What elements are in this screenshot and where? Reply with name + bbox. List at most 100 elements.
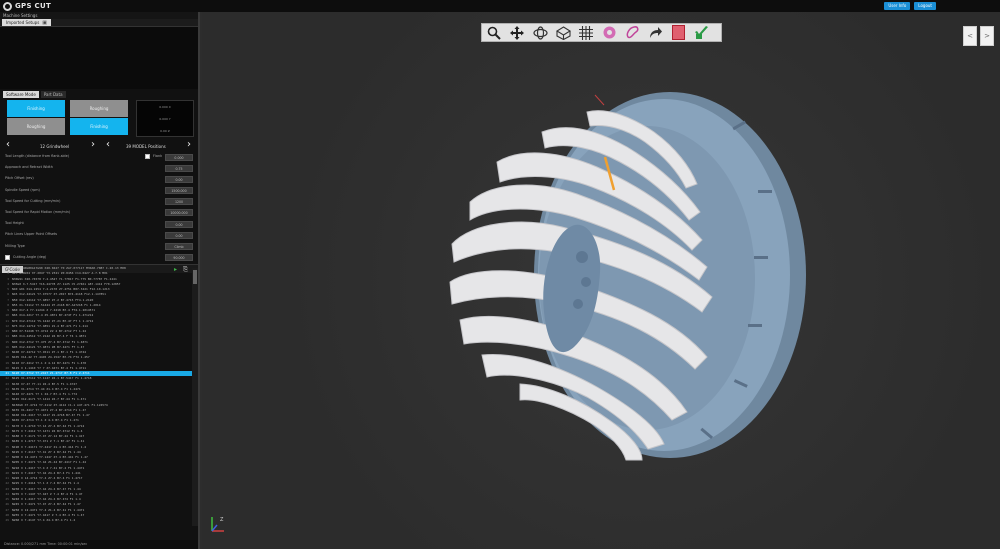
param-label: Pitch Lines Upper Point Offsets: [5, 232, 58, 237]
tab-imported-setups[interactable]: Imported Setups ▣: [2, 19, 52, 26]
gcode-text: N195 X 7.4117 Y7.41 Z7 4 B7.44 F1 1.44: [12, 449, 81, 454]
readout-line: 0.000 X: [159, 105, 171, 109]
gcode-text: N85 X14.44512 Y7.2142 Z4 B7.4 F T4 1.487…: [12, 334, 87, 339]
logo: GPS CUT: [3, 1, 51, 11]
milling-type-select[interactable]: Climb: [165, 243, 193, 250]
gcode-text: N165 X7.4714 Y7.1 Z 4.4 B7.4 F1 1.471: [12, 418, 79, 423]
param-label: Milling Type: [5, 243, 25, 248]
gcode-scrollbar[interactable]: [192, 268, 198, 526]
param-value[interactable]: 10000.000: [165, 209, 193, 217]
setup-tab-strip: Imported Setups ▣: [0, 19, 198, 27]
readout-line: 0.00 Z: [160, 129, 170, 133]
finishing-button[interactable]: Finishing: [70, 118, 128, 135]
param-label: Cutting Angle (deg): [13, 254, 47, 259]
grindwheel-label: 12 Grindwheel: [40, 144, 70, 149]
param-label: Approach and Retract Width: [5, 165, 53, 170]
selector-row: ‹ 12 Grindwheel › ‹ 39 MODEL Positions ›: [0, 139, 198, 152]
cutting-angle-checkbox[interactable]: [5, 254, 10, 260]
param-row: Cutting Angle (deg) 90.000: [0, 253, 198, 264]
tool-axis-line: [594, 94, 605, 106]
gcode-text: N95 X12.44121 Y7.4871 Z8 B7.4471 FT 1.47: [12, 344, 85, 349]
tab-software-mode[interactable]: Software Mode: [3, 91, 39, 98]
param-label: Tool Speed for Rapid Motion (mm/min): [5, 209, 71, 214]
param-label: Tool Length (distance from flank-side): [5, 154, 69, 158]
tab-part-data[interactable]: Part Data: [40, 91, 66, 98]
gcode-text: N25 G90G54 X7.2047 Y3.2341 Z0.8456 C14.0…: [12, 271, 108, 276]
param-label: Tool Height: [5, 221, 24, 226]
status-bar: Distance: 0.000/271 mm Time: 00:00:01 mi…: [0, 540, 198, 549]
gcode-text: N140 X7.4471 Y7 1 Z4.7 B7.4 F1 1.774: [12, 392, 78, 396]
gcode-text: N35G0 X-7.5417 Y16.44778 Z7.1125 C5.2746…: [12, 281, 121, 286]
param-value[interactable]: 90.000: [165, 254, 193, 262]
gcode-line[interactable]: 49 N260 X 7.4147 Y7.4 Z4.4 B7.4 F1 1.4: [0, 518, 192, 523]
gcode-text: N20G0G40G80G17G90 X20.0427 Y0 ZA7.077117…: [12, 266, 126, 270]
param-value[interactable]: 0.00: [165, 175, 193, 183]
close-icon[interactable]: ▣: [42, 20, 47, 26]
chevron-left-icon[interactable]: ‹: [6, 139, 10, 150]
gcode-text: N190 X 7.44171 Y7.4417 Z1.4 B7.414 F1 1.…: [12, 444, 87, 449]
gcode-text: N245 X 7.4471 Y7.47 Z7.4 B7.44 F1 1.47: [12, 502, 81, 507]
param-row: Spindle Speed (rpm) 1500.000: [0, 186, 198, 197]
gcode-text: N90 X12.4712 Y7.475 Z7.4 B7.4712 F1 1.48…: [12, 339, 88, 344]
scroll-thumb[interactable]: [193, 270, 197, 284]
param-row: Tool Speed for Cutting (mm/min) 1200: [0, 197, 198, 208]
param-value[interactable]: 1500.000: [165, 187, 193, 195]
machine-settings-menu[interactable]: Machine Settings: [0, 12, 198, 19]
gcode-text: N105 X14.42 Y7.4445 Z4.1547 B7.74 FT4 1.…: [12, 355, 90, 360]
gcode-text: N220 X 14.4714 Y7.4 Z7.4 B7.4 F1 1.4717: [12, 476, 83, 480]
roughing-mode-button[interactable]: Roughing: [7, 118, 65, 135]
bevel-gear-model[interactable]: [202, 12, 1000, 549]
param-value[interactable]: 0.000: [165, 153, 193, 161]
title-buttons: User Info Logout: [884, 2, 936, 10]
gcode-text: N100 X7.44712 Y7.4511 Z7.1 B7.1 F1 1.474…: [12, 350, 87, 354]
finishing-mode-button[interactable]: Finishing: [7, 100, 65, 117]
positions-label: 39 MODEL Positions: [126, 144, 166, 149]
param-row: Milling Type Climb: [0, 242, 198, 253]
gcode-text: N60 X17.4 Y7.11244 Z 7.4218 B7.4 FT4.1.2…: [12, 308, 96, 312]
gcode-text: N55 X1.74112 Y7.51424 Z7.2118 B7.A47218 …: [12, 302, 101, 307]
param-value[interactable]: 0.00: [165, 231, 193, 239]
gcode-text: N240 X 1.4417 Y7.44 Z4.4 B7.474 F1 1.4: [12, 497, 81, 501]
gcode-text: N170 X 1.4710 Y7.14 Z7.4 B7.44 F1 1.4712: [12, 423, 85, 428]
param-row: Pitch Lines Upper Point Offsets 0.00: [0, 230, 198, 241]
gcode-text: N180 X 7.4171 Y7.47 Z7.12 B7.44 F1 1.417: [12, 434, 85, 438]
gcode-text: N150G0 X7.4712 Y7.4112 Z7.4112 C1.1 A47.…: [12, 402, 108, 407]
param-row: Tool Height 0.00: [0, 219, 198, 230]
chevron-right-icon[interactable]: ›: [187, 139, 191, 150]
param-row: Tool Speed for Rapid Motion (mm/min) 100…: [0, 208, 198, 219]
gcode-text: N175 X 7.4412 Y7.1471 Z4 B7.4712 F1 1.4: [12, 428, 83, 433]
gcode-text: N200 X 12.4471 Y7.1447 Z7.4 B7.441 F1 1.…: [12, 455, 88, 459]
flank-checkbox[interactable]: [145, 154, 150, 159]
roughing-button[interactable]: Roughing: [70, 100, 128, 117]
param-label: Pitch Offset (rev): [5, 176, 34, 181]
mode-buttons: Finishing Roughing Roughing Finishing 0.…: [0, 98, 198, 140]
axis-label: Z: [220, 517, 224, 523]
chevron-left-icon[interactable]: ‹: [106, 139, 110, 150]
param-row: Approach and Retract Width 0.75: [0, 163, 198, 174]
gcode-text: N260 X 7.4147 Y7.4 Z4.4 B7.4 F1 1.4: [12, 518, 76, 522]
gcode-text: N130 X7.47 Y7.11 Z4.4 B7.5 F1 1.4747: [12, 381, 78, 386]
chevron-right-icon[interactable]: ›: [91, 139, 95, 150]
param-value[interactable]: 0.75: [165, 164, 193, 172]
gcode-text: N225 X 7.4414 Y7.1 Z 7.4 B7.44 F1 1.4: [12, 481, 79, 486]
user-info-button[interactable]: User Info: [884, 2, 911, 10]
gcode-text: N160 X14.4417 Y7.4417 Z1.4718 B7.47 F1 1…: [12, 413, 90, 417]
gcode-text: N110 X7.4412 Y7.1 Z 4.12 B7.4471 F1 1.47…: [12, 360, 87, 365]
gcode-text: N235 X 7.1447 Y7.447 Z 7.4 B7.4 F1 1.47: [12, 491, 83, 496]
preview-area: [0, 27, 198, 89]
logout-button[interactable]: Logout: [914, 2, 936, 10]
3d-viewport[interactable]: < > Z: [202, 12, 1000, 549]
param-label: Tool Speed for Cutting (mm/min): [5, 198, 61, 203]
mode-tab-strip: Software Mode Part Data: [0, 89, 198, 98]
gcode-text: N205 X 7.4471 Y7.44 Z1.44 B7.4417 F1 1.4…: [12, 460, 87, 465]
param-row: Pitch Offset (rev) 0.00: [0, 174, 198, 185]
gcode-list[interactable]: 1 N20G0G40G80G17G90 X20.0427 Y0 ZA7.07711…: [0, 266, 192, 528]
app-window: GPS CUT User Info Logout Machine Setting…: [0, 0, 1000, 549]
gcode-text: N230 X 7.4417 Y7.44 Z4.4 B7.47 F1 1.44: [12, 486, 81, 491]
gcode-text: N185 X 1.4717 Y7.471 Z 7.1 B7.47 F1 1.41: [12, 439, 85, 444]
param-value[interactable]: 1200: [165, 198, 193, 206]
gcode-text: N30G91 X20.74578 Y-2.4527 Y1.77817 F1.77…: [12, 276, 117, 281]
param-value[interactable]: 0.00: [165, 220, 193, 228]
parameter-list: Tool Length (distance from flank-side) F…: [0, 152, 198, 264]
axis-triad-icon: Z: [211, 517, 224, 532]
